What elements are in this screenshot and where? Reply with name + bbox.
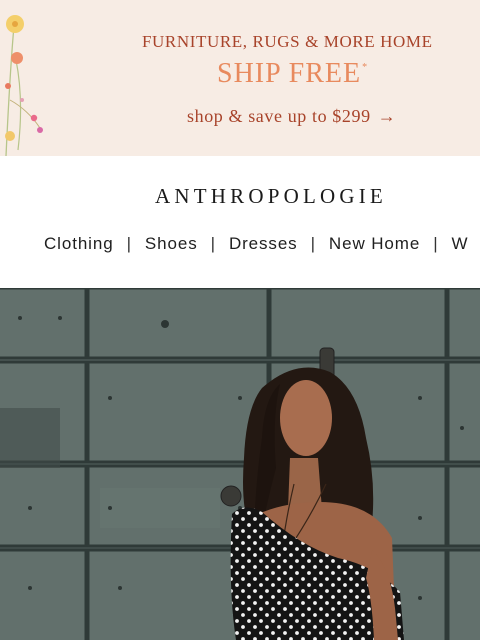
nav-separator: | <box>310 234 316 253</box>
nav-item-clothing[interactable]: Clothing <box>44 234 114 254</box>
nav-item-truncated[interactable]: W <box>452 234 469 254</box>
nav-separator: | <box>433 234 439 253</box>
arrow-right-icon: → <box>377 106 397 126</box>
promo-headline: FURNITURE, RUGS & MORE HOME <box>142 32 433 51</box>
nav-separator: | <box>210 234 216 253</box>
promo-banner[interactable]: FURNITURE, RUGS & MORE HOME SHIP FREE* s… <box>0 0 480 156</box>
promo-offer: SHIP FREE* <box>217 58 368 90</box>
promo-cta[interactable]: shop & save up to $299 → <box>187 106 396 127</box>
nav-item-new-home[interactable]: New Home <box>329 234 420 254</box>
promo-offer-text: SHIP FREE <box>217 58 362 89</box>
nav-item-shoes[interactable]: Shoes <box>145 234 198 254</box>
nav-separator: | <box>126 234 132 253</box>
promo-asterisk: * <box>362 62 369 73</box>
nav-item-dresses[interactable]: Dresses <box>229 234 298 254</box>
category-nav: Clothing | Shoes | Dresses | New Home | … <box>44 232 468 256</box>
brand-header: ANTHROPOLOGIE <box>0 184 480 209</box>
hero-image[interactable] <box>0 288 480 640</box>
promo-cta-text: shop & save up to $299 <box>187 106 371 126</box>
floral-decoration-icon <box>5 15 43 156</box>
brand-logo[interactable]: ANTHROPOLOGIE <box>155 184 387 209</box>
hero-illustration <box>0 288 480 640</box>
